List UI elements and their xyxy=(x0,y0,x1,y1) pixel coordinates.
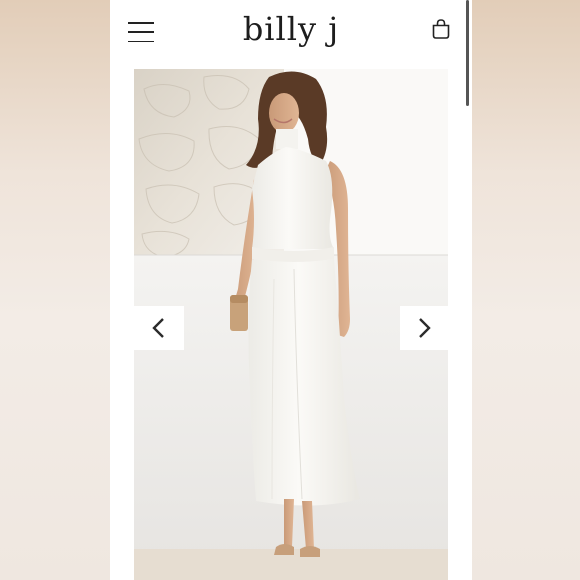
next-image-button[interactable] xyxy=(400,306,448,350)
scrollbar[interactable] xyxy=(466,0,469,106)
site-header: billy j xyxy=(110,0,472,64)
shopping-bag-icon[interactable] xyxy=(430,18,452,40)
previous-image-button[interactable] xyxy=(134,306,184,350)
phone-screen: billy j xyxy=(110,0,472,580)
backdrop-right xyxy=(472,0,580,580)
chevron-right-icon xyxy=(419,318,431,338)
chevron-left-icon xyxy=(152,318,164,338)
brand-logo[interactable]: billy j xyxy=(110,10,472,48)
backdrop-left xyxy=(0,0,110,580)
